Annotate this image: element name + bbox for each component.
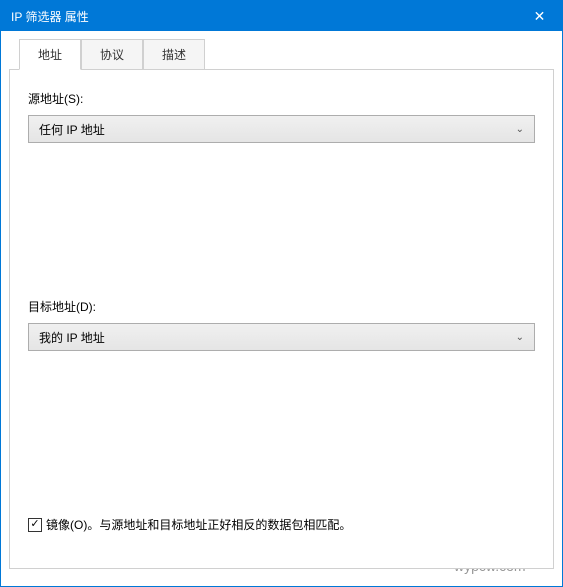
checkmark-icon: ✓ [30, 519, 39, 530]
close-button[interactable]: ✕ [517, 1, 562, 31]
titlebar: IP 筛选器 属性 ✕ [1, 1, 562, 31]
mirror-checkbox-row: ✓ 镜像(O)。与源地址和目标地址正好相反的数据包相匹配。 [28, 516, 535, 533]
close-icon: ✕ [534, 8, 546, 25]
tab-address[interactable]: 地址 [19, 39, 81, 70]
spacer [28, 163, 535, 298]
tab-panel-address: 源地址(S): 任何 IP 地址 ⌄ 目标地址(D): 我的 IP 地址 ⌄ ✓ [9, 69, 554, 569]
tab-strip: 地址 协议 描述 [19, 39, 554, 69]
tab-description[interactable]: 描述 [143, 39, 205, 69]
chevron-down-icon: ⌄ [516, 124, 524, 135]
destination-address-group: 目标地址(D): 我的 IP 地址 ⌄ [28, 298, 535, 351]
tab-protocol[interactable]: 协议 [81, 39, 143, 69]
tab-label: 描述 [162, 48, 186, 62]
source-address-label: 源地址(S): [28, 90, 535, 107]
chevron-down-icon: ⌄ [516, 332, 524, 343]
mirror-checkbox-label: 镜像(O)。与源地址和目标地址正好相反的数据包相匹配。 [46, 516, 351, 533]
window-title: IP 筛选器 属性 [11, 8, 89, 25]
source-address-select[interactable]: 任何 IP 地址 ⌄ [28, 115, 535, 143]
dialog-window: IP 筛选器 属性 ✕ 地址 协议 描述 源地址(S): 任何 IP 地址 ⌄ [0, 0, 563, 587]
source-address-value: 任何 IP 地址 [39, 121, 105, 138]
mirror-checkbox[interactable]: ✓ [28, 518, 42, 532]
tab-label: 协议 [100, 48, 124, 62]
destination-address-select[interactable]: 我的 IP 地址 ⌄ [28, 323, 535, 351]
destination-address-label: 目标地址(D): [28, 298, 535, 315]
content-area: 地址 协议 描述 源地址(S): 任何 IP 地址 ⌄ 目标地址(D): [1, 31, 562, 586]
destination-address-value: 我的 IP 地址 [39, 329, 105, 346]
source-address-group: 源地址(S): 任何 IP 地址 ⌄ [28, 90, 535, 143]
spacer [28, 371, 535, 506]
tab-label: 地址 [38, 48, 62, 62]
